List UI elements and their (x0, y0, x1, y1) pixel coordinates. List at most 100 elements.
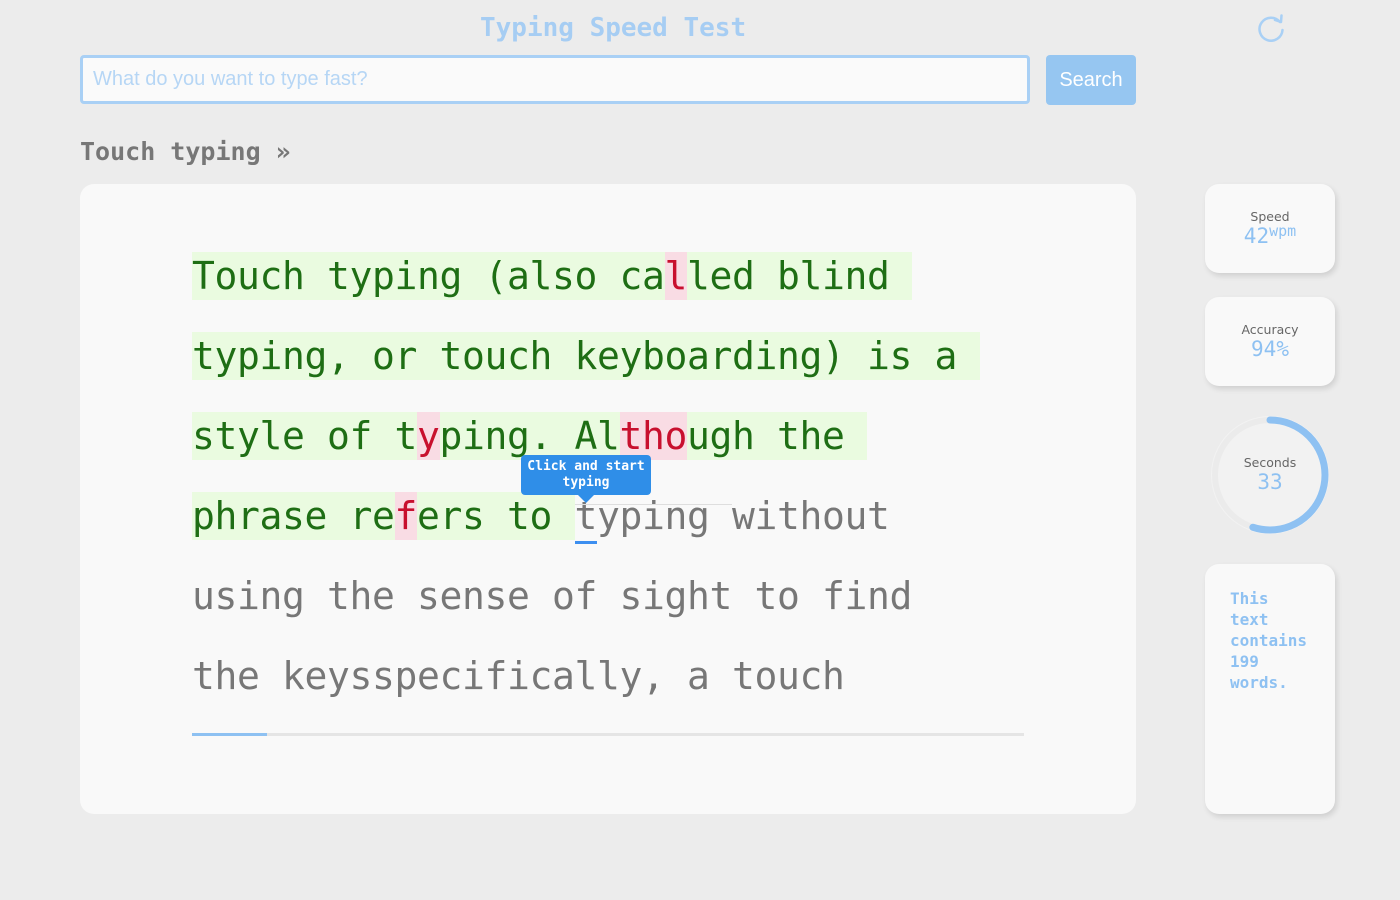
passage-char (889, 252, 912, 300)
passage-char (754, 412, 777, 460)
passage-char: A (574, 412, 598, 460)
passage-char: e (372, 574, 395, 618)
passage-char: l (259, 412, 283, 460)
passage-char: e (282, 412, 305, 460)
passage-char (844, 332, 867, 380)
passage-char: e (822, 412, 845, 460)
passage-char: s (462, 492, 485, 540)
passage-char (754, 252, 777, 300)
passage-char: f (822, 574, 845, 618)
passage-char: p (439, 412, 463, 460)
passage-char: r (237, 492, 260, 540)
passage-char: l (529, 252, 553, 300)
app-title: Typing Speed Test (480, 13, 747, 43)
passage-char: l (687, 252, 710, 300)
word-count-info: This text contains 199 words. (1230, 589, 1308, 692)
passage-char: o (214, 252, 238, 300)
passage-char: t (619, 412, 643, 460)
reload-button[interactable] (1254, 12, 1288, 46)
passage-char: y (619, 332, 643, 380)
passage-char: p (394, 654, 418, 698)
search-input[interactable] (80, 55, 1030, 104)
passage-char: l (597, 412, 620, 460)
passage-char (912, 572, 935, 620)
passage-char (417, 332, 440, 380)
passage-char: i (754, 332, 778, 380)
passage-char: s (372, 654, 395, 698)
passage-char: h (529, 332, 553, 380)
passage-char: t (777, 412, 800, 460)
passage-char: ( (484, 252, 508, 300)
passage-char: c (259, 252, 283, 300)
passage-char (732, 572, 755, 620)
search-button[interactable]: Search (1046, 55, 1136, 105)
passage-char (304, 412, 327, 460)
passage-char: o (462, 332, 485, 380)
breadcrumb-link[interactable]: Touch typing » (80, 134, 291, 170)
passage-char: u (237, 252, 260, 300)
passage-char: g (439, 252, 463, 300)
passage-char: w (732, 494, 755, 538)
passage-char: d (732, 252, 755, 300)
passage-char: h (687, 574, 710, 618)
passage-char: t (439, 332, 463, 380)
passage-char: , (642, 654, 665, 698)
passage-char: e (304, 654, 328, 698)
speed-unit: wpm (1269, 222, 1297, 240)
passage-char (665, 652, 688, 700)
passage-char: y (417, 412, 440, 460)
passage-char: e (709, 252, 733, 300)
passage-char: i (844, 574, 868, 618)
passage-char: ) (822, 332, 845, 380)
passage-char (552, 332, 575, 380)
passage-char: y (349, 252, 373, 300)
passage-char: o (327, 412, 350, 460)
passage-char: y (214, 332, 238, 380)
passage-char: a (687, 332, 710, 380)
passage-char: h (349, 574, 373, 618)
passage-char (530, 572, 553, 620)
passage-char (710, 492, 733, 540)
passage-char (844, 412, 867, 460)
passage-char: i (754, 494, 778, 538)
passage-char: r (439, 492, 463, 540)
passage-char: s (192, 412, 215, 460)
accuracy-label: Accuracy (1241, 322, 1299, 337)
passage-char (395, 572, 418, 620)
passage-char: c (529, 654, 553, 698)
passage-char: a (552, 654, 575, 698)
passage-char: h (214, 654, 238, 698)
passage-char: t (192, 654, 215, 698)
passage-char (800, 572, 823, 620)
reload-icon (1258, 14, 1284, 42)
passage-char: r (349, 492, 373, 540)
passage-char: e (304, 492, 328, 540)
passage-char: o (754, 654, 778, 698)
progress-fill (192, 733, 267, 736)
passage-char: a (687, 654, 710, 698)
passage-char: y (237, 412, 260, 460)
passage-char: c (619, 252, 643, 300)
passage-char: T (192, 252, 215, 300)
passage-char: s (889, 332, 913, 380)
passage-char: u (844, 494, 868, 538)
passage-char: s (417, 574, 440, 618)
passage-char: g (687, 494, 710, 538)
seconds-timer: Seconds 33 (1205, 410, 1335, 540)
passage-char: s (349, 654, 373, 698)
passage-char: t (732, 654, 755, 698)
progress-bar (192, 733, 1024, 736)
passage-char: t (507, 492, 530, 540)
passage-char: l (799, 252, 823, 300)
passage-char: g (709, 412, 733, 460)
passage-char: i (822, 252, 845, 300)
passage-char (304, 252, 327, 300)
passage-char: p (192, 492, 215, 540)
seconds-label: Seconds (1243, 455, 1297, 470)
passage-char: t (867, 494, 890, 538)
passage-char: n (867, 574, 890, 618)
passage-char: t (709, 574, 733, 618)
passage-line: Touch typing (also called blind (192, 252, 1032, 332)
passage-char: , (327, 332, 350, 380)
seconds-value: 33 (1257, 470, 1283, 494)
